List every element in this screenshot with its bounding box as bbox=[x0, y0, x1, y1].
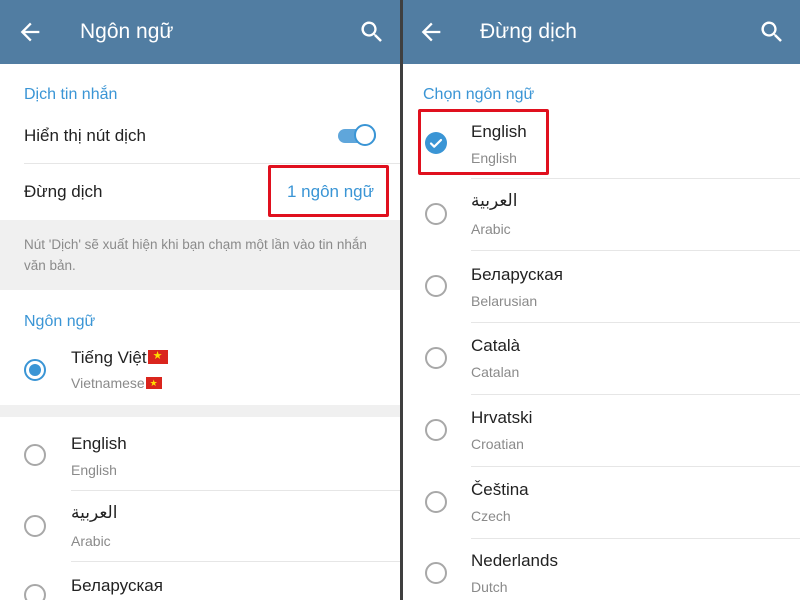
language-row-belarusian[interactable]: Беларуская bbox=[0, 562, 400, 600]
checkbox-unchecked[interactable] bbox=[425, 203, 447, 225]
language-row-croatian[interactable]: Hrvatski Croatian bbox=[403, 395, 800, 466]
section-language-heading: Ngôn ngữ bbox=[24, 313, 96, 330]
checkbox-unchecked[interactable] bbox=[425, 562, 447, 584]
search-icon[interactable] bbox=[758, 18, 786, 46]
language-name: Tiếng Việt bbox=[71, 348, 168, 368]
highlight-box bbox=[418, 109, 549, 175]
top-app-bar: Đừng dịch bbox=[403, 0, 800, 64]
hint-text: Nút 'Dịch' sẽ xuất hiện khi bạn chạm một… bbox=[24, 237, 367, 273]
page-title: Đừng dịch bbox=[480, 20, 577, 43]
section-translate-heading: Dịch tin nhắn bbox=[24, 86, 118, 103]
back-arrow-icon[interactable] bbox=[16, 18, 44, 46]
language-row-arabic[interactable]: العربية Arabic bbox=[0, 491, 400, 561]
show-translate-button-label: Hiển thị nút dịch bbox=[24, 126, 146, 145]
language-native-name: Vietnamese bbox=[71, 375, 162, 391]
language-name: Hrvatski bbox=[471, 408, 533, 427]
search-icon[interactable] bbox=[358, 18, 386, 46]
language-native-name: Catalan bbox=[471, 364, 520, 380]
language-name: العربية bbox=[71, 503, 118, 522]
language-name: Беларуская bbox=[71, 576, 163, 595]
language-name: العربية bbox=[471, 191, 518, 210]
highlight-box bbox=[268, 165, 389, 217]
language-native-name: Arabic bbox=[71, 533, 111, 549]
language-name: English bbox=[71, 434, 127, 453]
checkbox-unchecked[interactable] bbox=[425, 491, 447, 513]
language-name: Català bbox=[471, 336, 521, 355]
vietnam-flag-icon bbox=[145, 376, 162, 390]
language-native-name: Dutch bbox=[471, 579, 508, 595]
section-divider bbox=[0, 405, 400, 417]
radio-selected[interactable] bbox=[24, 359, 46, 381]
language-row-dutch[interactable]: Nederlands Dutch bbox=[403, 539, 800, 600]
checkbox-unchecked[interactable] bbox=[425, 419, 447, 441]
hint-box: Nút 'Dịch' sẽ xuất hiện khi bạn chạm một… bbox=[0, 220, 400, 290]
language-row-catalan[interactable]: Català Catalan bbox=[403, 323, 800, 394]
do-not-translate-screen: Đừng dịch Chọn ngôn ngữ English English … bbox=[403, 0, 800, 600]
language-native-name: Czech bbox=[471, 508, 511, 524]
back-arrow-icon[interactable] bbox=[417, 18, 445, 46]
language-row-czech[interactable]: Čeština Czech bbox=[403, 467, 800, 538]
language-name: Čeština bbox=[471, 480, 529, 499]
language-settings-screen: Ngôn ngữ Dịch tin nhắn Hiển thị nút dịch… bbox=[0, 0, 400, 600]
top-app-bar: Ngôn ngữ bbox=[0, 0, 400, 64]
language-row-english[interactable]: English English bbox=[0, 420, 400, 490]
choose-language-heading: Chọn ngôn ngữ bbox=[423, 86, 535, 103]
page-title: Ngôn ngữ bbox=[80, 20, 174, 43]
language-native-name: English bbox=[71, 462, 117, 478]
language-row-vietnamese[interactable]: Tiếng Việt Vietnamese bbox=[0, 340, 400, 402]
radio-unselected[interactable] bbox=[24, 515, 46, 537]
do-not-translate-label: Đừng dịch bbox=[24, 182, 103, 201]
language-row-belarusian[interactable]: Беларуская Belarusian bbox=[403, 251, 800, 322]
language-name: Nederlands bbox=[471, 551, 558, 570]
language-native-name: Croatian bbox=[471, 436, 524, 452]
radio-unselected[interactable] bbox=[24, 444, 46, 466]
language-native-name: Belarusian bbox=[471, 293, 538, 309]
checkbox-unchecked[interactable] bbox=[425, 347, 447, 369]
toggle-knob bbox=[354, 124, 376, 146]
vietnam-flag-icon bbox=[147, 348, 168, 365]
language-name: Беларуская bbox=[471, 265, 563, 284]
language-native-name: Arabic bbox=[471, 221, 511, 237]
checkbox-unchecked[interactable] bbox=[425, 275, 447, 297]
show-translate-toggle[interactable] bbox=[338, 124, 376, 148]
radio-unselected[interactable] bbox=[24, 584, 46, 600]
language-row-arabic[interactable]: العربية Arabic bbox=[403, 179, 800, 250]
